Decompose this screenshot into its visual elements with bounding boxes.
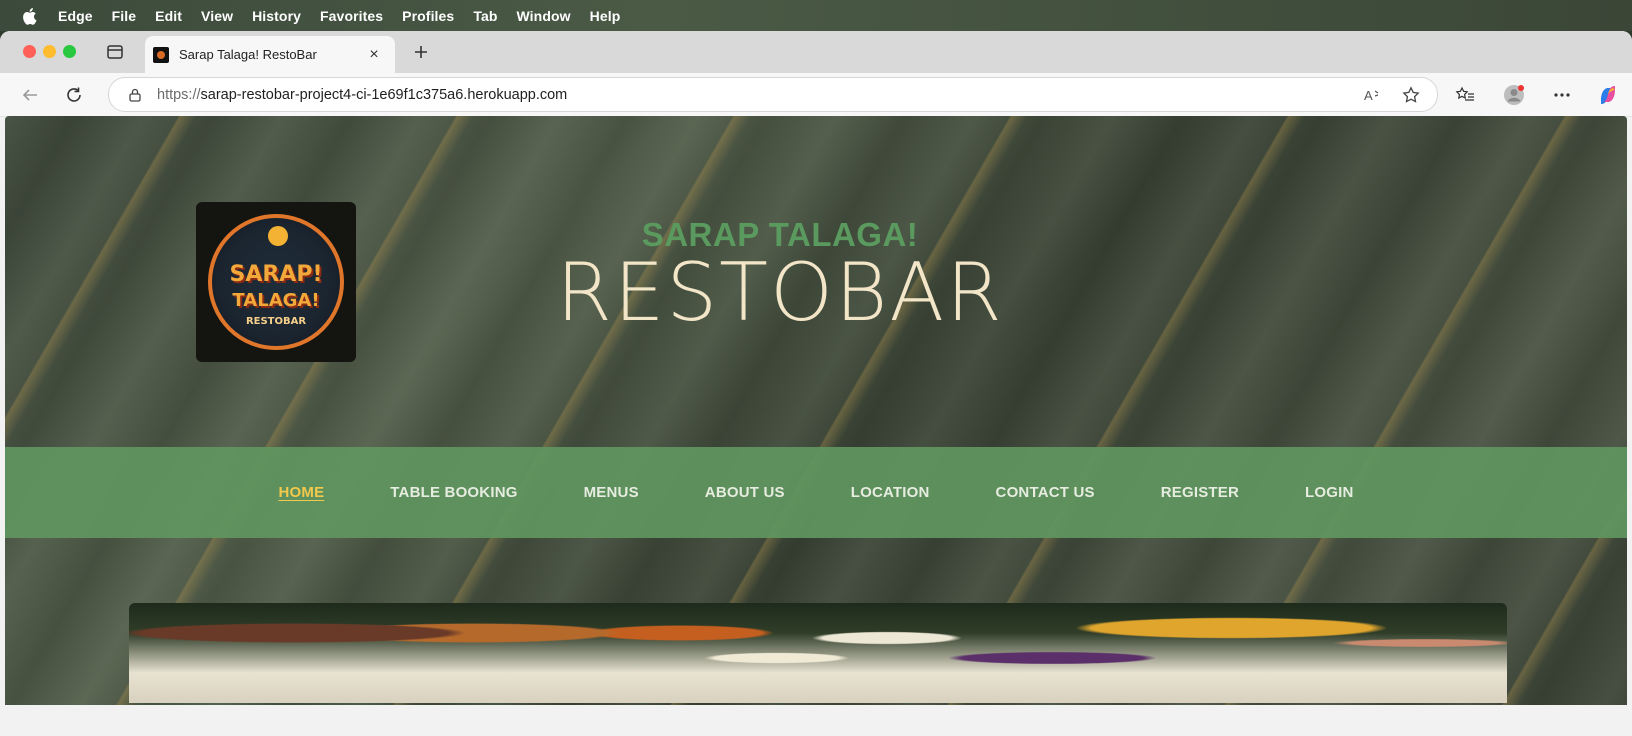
nav-table-booking[interactable]: TABLE BOOKING	[390, 484, 517, 501]
web-page: SARAP! TALAGA! RESTOBAR SARAP TALAGA! RE…	[5, 116, 1627, 705]
browser-window: Sarap Talaga! RestoBar × https://sarap-r…	[0, 31, 1632, 736]
tab-actions-icon[interactable]	[106, 43, 124, 61]
profile-avatar-icon[interactable]	[1502, 83, 1526, 107]
maximize-window-button[interactable]	[63, 45, 76, 58]
apple-menu-icon[interactable]	[20, 7, 38, 25]
tab-close-icon[interactable]: ×	[365, 46, 383, 64]
menu-history[interactable]: History	[252, 8, 301, 24]
brand-title: RESTOBAR	[556, 246, 1004, 339]
tab-strip: Sarap Talaga! RestoBar ×	[0, 31, 1632, 73]
favorites-collection-icon[interactable]	[1453, 83, 1477, 107]
nav-register[interactable]: REGISTER	[1161, 484, 1239, 501]
site-info-lock-icon[interactable]	[127, 87, 143, 103]
menu-file[interactable]: File	[112, 8, 137, 24]
menu-view[interactable]: View	[201, 8, 233, 24]
favorite-star-icon[interactable]	[1399, 83, 1423, 107]
read-aloud-icon[interactable]: A	[1361, 83, 1385, 107]
tab-title: Sarap Talaga! RestoBar	[179, 47, 317, 62]
menu-window[interactable]: Window	[516, 8, 570, 24]
food-hero-image	[129, 603, 1507, 703]
menu-favorites[interactable]: Favorites	[320, 8, 383, 24]
browser-toolbar: https://sarap-restobar-project4-ci-1e69f…	[0, 73, 1632, 117]
menu-app-name[interactable]: Edge	[58, 8, 93, 24]
address-bar[interactable]: https://sarap-restobar-project4-ci-1e69f…	[108, 77, 1438, 112]
back-arrow-icon[interactable]	[18, 83, 42, 107]
new-tab-plus-icon[interactable]	[410, 41, 432, 63]
minimize-window-button[interactable]	[43, 45, 56, 58]
menu-help[interactable]: Help	[590, 8, 621, 24]
macos-menu-bar: Edge File Edit View History Favorites Pr…	[0, 0, 1632, 31]
menu-profiles[interactable]: Profiles	[402, 8, 454, 24]
refresh-icon[interactable]	[62, 83, 86, 107]
url-protocol: https://	[157, 86, 201, 103]
menu-tab[interactable]: Tab	[473, 8, 497, 24]
tab-active[interactable]: Sarap Talaga! RestoBar ×	[145, 36, 395, 73]
nav-contact-us[interactable]: CONTACT US	[996, 484, 1095, 501]
menu-edit[interactable]: Edit	[155, 8, 182, 24]
nav-location[interactable]: LOCATION	[851, 484, 930, 501]
url-text[interactable]: https://sarap-restobar-project4-ci-1e69f…	[157, 87, 1361, 103]
url-host: sarap-restobar-project4-ci-1e69f1c375a6.…	[200, 86, 568, 103]
nav-about-us[interactable]: ABOUT US	[705, 484, 785, 501]
more-options-icon[interactable]	[1550, 83, 1574, 107]
copilot-icon[interactable]	[1596, 83, 1620, 107]
close-window-button[interactable]	[23, 45, 36, 58]
nav-login[interactable]: LOGIN	[1305, 484, 1354, 501]
svg-text:A: A	[1364, 88, 1373, 103]
main-nav: HOME TABLE BOOKING MENUS ABOUT US LOCATI…	[5, 447, 1627, 538]
restobar-favicon-icon	[153, 46, 169, 63]
nav-home[interactable]: HOME	[278, 484, 324, 501]
nav-menus[interactable]: MENUS	[584, 484, 639, 501]
